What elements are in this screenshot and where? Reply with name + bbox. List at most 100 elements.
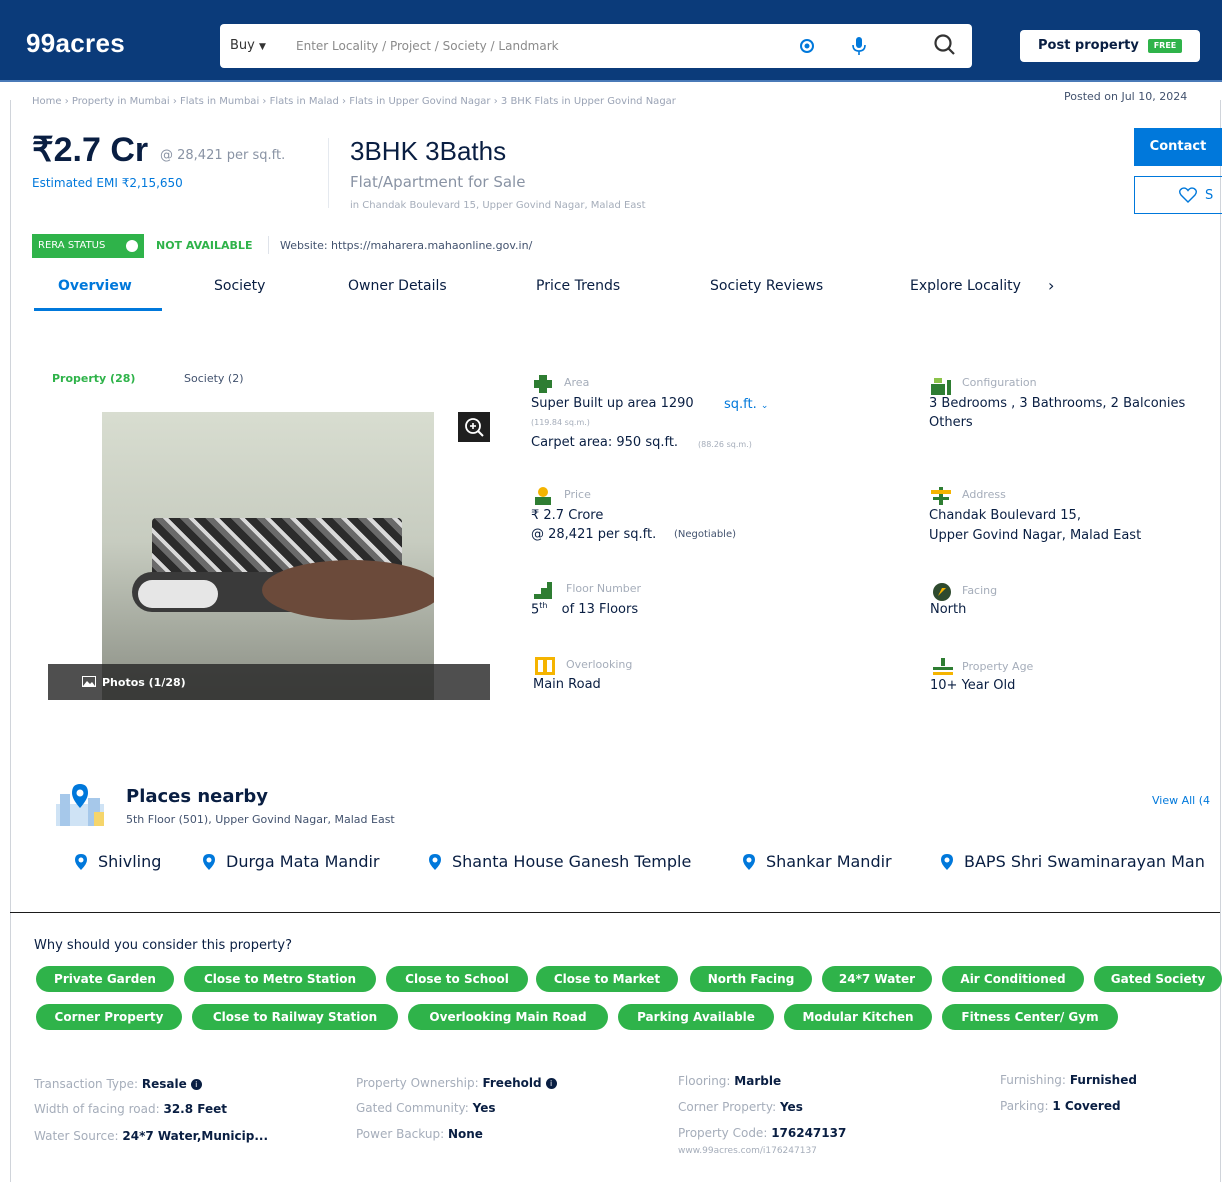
buy-dropdown[interactable]: Buy ▼ xyxy=(230,38,266,53)
rera-status-value: NOT AVAILABLE xyxy=(156,239,253,252)
feature-chip: Gated Society xyxy=(1094,966,1222,992)
contact-button[interactable]: Contact xyxy=(1134,128,1222,166)
view-all-places-link[interactable]: View All (4 xyxy=(1152,794,1210,807)
address-icon xyxy=(931,487,951,505)
carpet-area-sqm: (88.26 sq.m.) xyxy=(698,440,752,449)
place-name: Shankar Mandir xyxy=(766,852,892,871)
overlooking-label: Overlooking xyxy=(566,658,633,671)
tab-explore-locality[interactable]: Explore Locality xyxy=(910,278,1021,294)
fact-parking: Parking: 1 Covered xyxy=(1000,1099,1121,1113)
heart-icon xyxy=(1179,187,1197,203)
area-unit-dropdown[interactable]: sq.ft. ⌄ xyxy=(724,397,768,412)
place-item[interactable]: BAPS Shri Swaminarayan Man xyxy=(940,852,1222,874)
photo-detail xyxy=(262,560,434,620)
breadcrumb[interactable]: Home › Property in Mumbai › Flats in Mum… xyxy=(32,96,852,107)
tab-price-trends[interactable]: Price Trends xyxy=(536,278,620,294)
price-per-sqft-detail: @ 28,421 per sq.ft. xyxy=(531,527,657,542)
mic-icon[interactable] xyxy=(850,36,868,56)
fact-key: Corner Property: xyxy=(678,1100,777,1114)
fact-value: Furnished xyxy=(1069,1073,1137,1087)
property-age-value: 10+ Year Old xyxy=(930,678,1016,693)
fact-property-code: Property Code: 176247137 xyxy=(678,1126,846,1140)
feature-chip: Overlooking Main Road xyxy=(408,1004,608,1030)
configuration-icon xyxy=(931,378,951,395)
divider xyxy=(328,138,329,208)
fact-key: Property Ownership: xyxy=(356,1076,479,1090)
carpet-area: Carpet area: 950 sq.ft. xyxy=(531,435,679,450)
facing-label: Facing xyxy=(962,584,998,597)
fact-value: 32.8 Feet xyxy=(163,1102,227,1116)
chevron-down-icon: ⌄ xyxy=(760,401,769,411)
area-label: Area xyxy=(564,376,590,389)
fact-transaction-type: Transaction Type: Resale i xyxy=(34,1077,202,1091)
fact-gated-community: Gated Community: Yes xyxy=(356,1101,496,1115)
section-tabs: Overview Society Owner Details Price Tre… xyxy=(0,270,1222,316)
property-photo[interactable] xyxy=(102,412,434,700)
facing-value: North xyxy=(930,602,967,617)
compass-icon xyxy=(933,583,951,601)
shortlist-button[interactable]: S xyxy=(1134,176,1222,214)
floor-label: Floor Number xyxy=(566,582,642,595)
rera-website[interactable]: Website: https://maharera.mahaonline.gov… xyxy=(280,239,532,252)
super-built-up-sqm: (119.84 sq.m.) xyxy=(531,418,590,427)
locate-me-icon[interactable] xyxy=(798,37,816,55)
fact-value: 176247137 xyxy=(771,1126,847,1140)
feature-chip: Private Garden xyxy=(36,966,174,992)
overlooking-icon xyxy=(535,657,555,675)
photos-count-bar[interactable]: Photos (1/28) xyxy=(48,664,490,700)
tab-society[interactable]: Society xyxy=(214,278,265,294)
fact-value: Marble xyxy=(734,1074,782,1088)
active-tab-indicator xyxy=(34,308,162,311)
floor-value: 5th of 13 Floors xyxy=(531,601,638,617)
info-icon[interactable]: i xyxy=(190,1079,202,1090)
overlooking-value: Main Road xyxy=(533,677,601,692)
fact-value: 1 Covered xyxy=(1052,1099,1121,1113)
image-icon xyxy=(82,676,96,687)
feature-chip: Corner Property xyxy=(36,1004,182,1030)
property-subtitle: Flat/Apartment for Sale xyxy=(350,173,526,191)
negotiable-tag: (Negotiable) xyxy=(674,529,737,540)
configuration-label: Configuration xyxy=(962,376,1037,389)
fact-key: Width of facing road: xyxy=(34,1102,160,1116)
price-main: ₹2.7 Cr xyxy=(32,131,149,169)
tab-owner-details[interactable]: Owner Details xyxy=(348,278,447,294)
info-icon[interactable]: i xyxy=(545,1078,557,1089)
price-icon xyxy=(535,487,551,505)
chevron-right-icon[interactable]: › xyxy=(1048,276,1054,295)
feature-chip: Modular Kitchen xyxy=(784,1004,932,1030)
property-code-url[interactable]: www.99acres.com/i176247137 xyxy=(678,1146,817,1156)
zoom-icon[interactable] xyxy=(458,412,490,442)
feature-chip: Close to School xyxy=(386,966,528,992)
tab-society-reviews[interactable]: Society Reviews xyxy=(710,278,823,294)
fact-key: Property Code: xyxy=(678,1126,768,1140)
configuration-value: 3 Bedrooms , 3 Bathrooms, 2 Balconies xyxy=(929,396,1186,411)
logo[interactable]: 99acres xyxy=(26,28,125,59)
fact-key: Power Backup: xyxy=(356,1127,445,1141)
buy-dropdown-label: Buy xyxy=(230,38,255,53)
divider xyxy=(268,236,269,254)
gallery-tab-property[interactable]: Property (28) xyxy=(52,372,135,385)
fact-value: 24*7 Water,Municip... xyxy=(122,1129,269,1143)
search-input[interactable] xyxy=(296,32,786,60)
fact-corner-property: Corner Property: Yes xyxy=(678,1100,803,1114)
tab-overview[interactable]: Overview xyxy=(58,278,132,294)
post-property-button[interactable]: Post property FREE xyxy=(1020,30,1200,62)
address-line1: Chandak Boulevard 15, xyxy=(929,508,1081,523)
estimated-emi-link[interactable]: Estimated EMI ₹2,15,650 xyxy=(32,176,183,190)
property-age-icon xyxy=(933,658,953,675)
fact-ownership: Property Ownership: Freehold i xyxy=(356,1076,557,1090)
feature-chip: Fitness Center/ Gym xyxy=(942,1004,1118,1030)
price-per-sqft: @ 28,421 per sq.ft. xyxy=(160,148,286,163)
fact-value: None xyxy=(447,1127,483,1141)
shortlist-label: S xyxy=(1205,188,1214,203)
divider xyxy=(10,912,1220,913)
place-name: Shivling xyxy=(98,852,162,871)
feature-chip: Close to Railway Station xyxy=(192,1004,398,1030)
top-header: 99acres Buy ▼ Post property FREE xyxy=(0,0,1222,82)
gallery-tab-society[interactable]: Society (2) xyxy=(184,372,244,385)
fact-key: Parking: xyxy=(1000,1099,1049,1113)
floor-total: of 13 Floors xyxy=(561,602,639,618)
search-icon[interactable] xyxy=(932,32,958,58)
price-label: Price xyxy=(564,488,591,501)
address-line2: Upper Govind Nagar, Malad East xyxy=(929,528,1142,543)
